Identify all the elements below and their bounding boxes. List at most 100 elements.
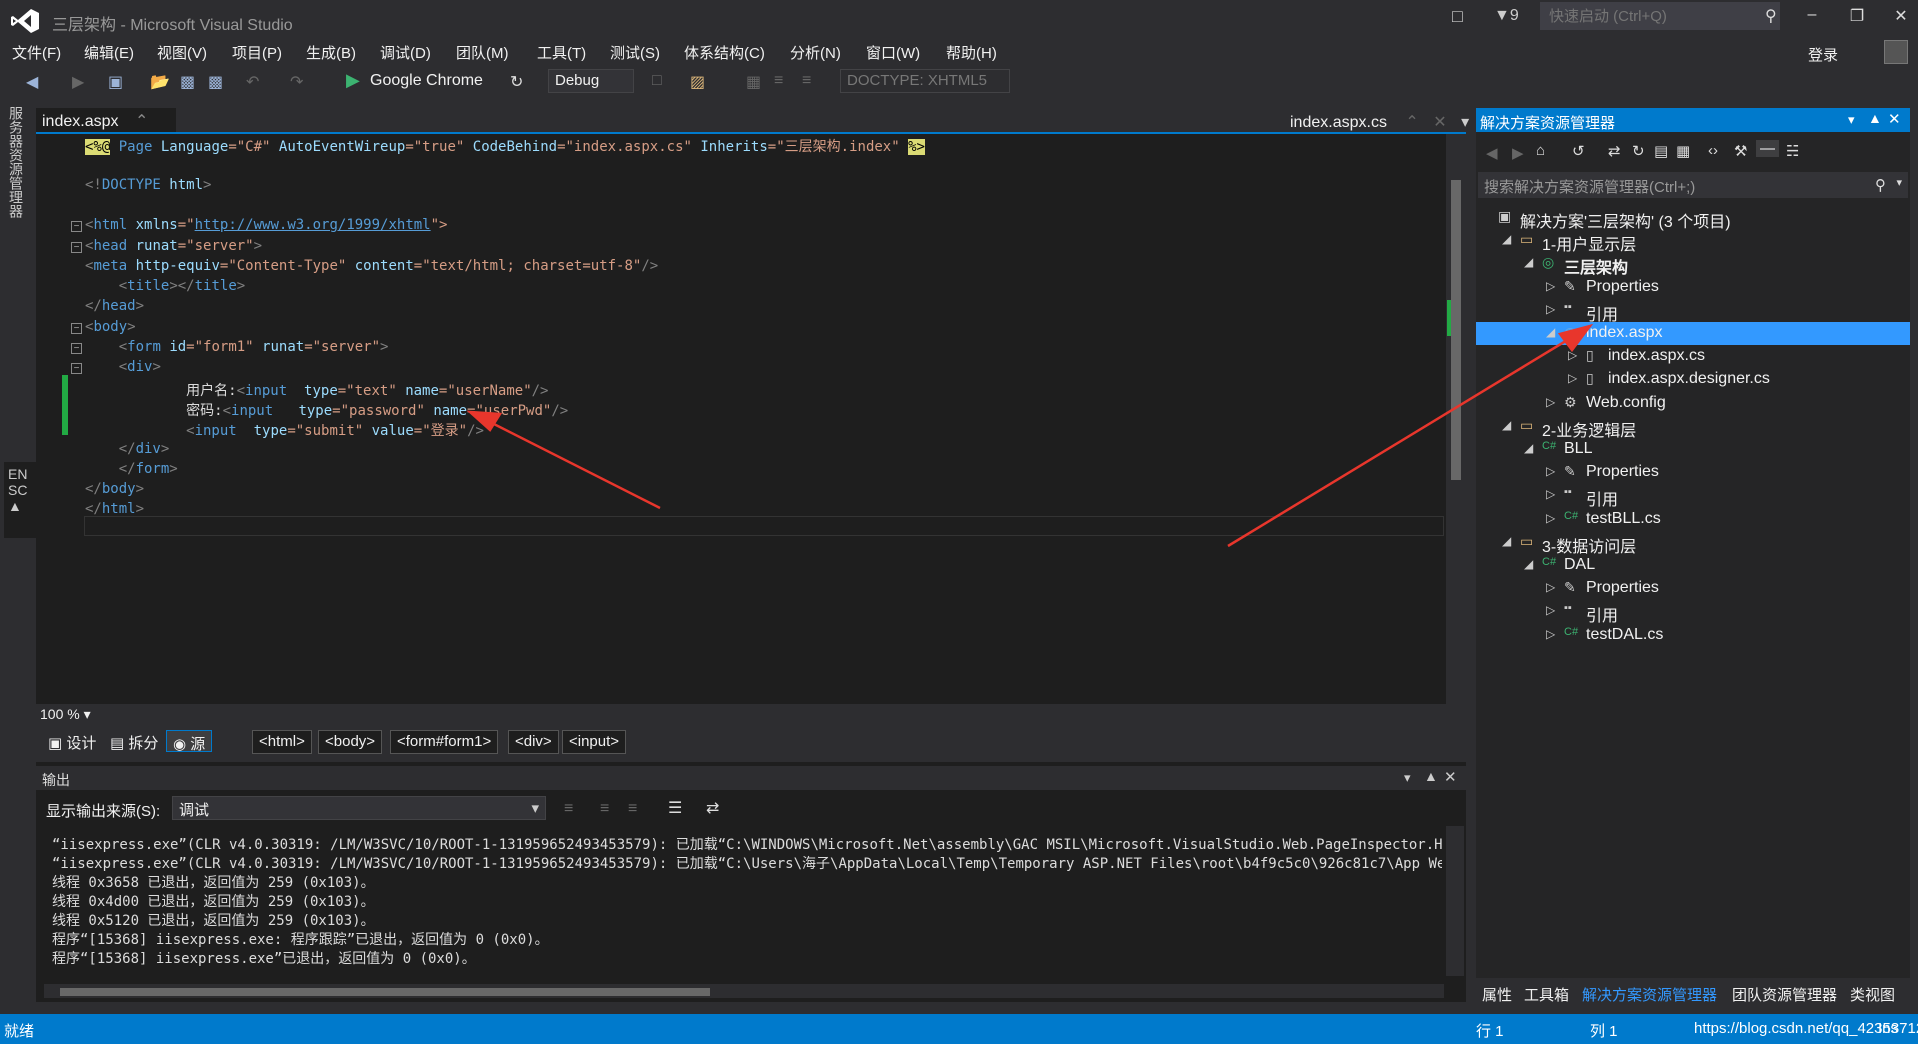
- undo-icon[interactable]: ↶: [246, 72, 259, 92]
- active-doc-icon[interactable]: —: [1756, 140, 1779, 157]
- back-icon[interactable]: ◀: [26, 72, 38, 92]
- collapsed-arrow-icon[interactable]: ▷: [1568, 371, 1577, 385]
- menu-architecture[interactable]: 体系结构(C): [684, 42, 765, 63]
- tree-item[interactable]: ▷ C# testDAL.cs: [1476, 624, 1910, 647]
- avatar[interactable]: [1884, 40, 1908, 64]
- menu-tools[interactable]: 工具(T): [537, 42, 586, 63]
- tab-class-view[interactable]: 类视图: [1850, 984, 1895, 1005]
- output-scroll-thumb[interactable]: [60, 988, 710, 996]
- breadcrumb-body[interactable]: <body>: [318, 730, 383, 754]
- tab-design[interactable]: ▣ 设计: [42, 730, 102, 752]
- menu-project[interactable]: 项目(P): [232, 42, 282, 63]
- output-pin-icon[interactable]: ▲: [1424, 768, 1438, 784]
- tree-item[interactable]: ▷ ▯ index.aspx.cs: [1476, 345, 1910, 368]
- properties-wrench-icon[interactable]: ⚒: [1734, 142, 1747, 160]
- editor-scroll-thumb[interactable]: [1451, 180, 1461, 480]
- doctype-select[interactable]: DOCTYPE: XHTML5: [840, 69, 1010, 93]
- se-pin-icon[interactable]: ▲: [1868, 110, 1882, 126]
- fold-toggle-icon[interactable]: −: [71, 322, 82, 334]
- output-vertical-scrollbar[interactable]: [1446, 826, 1464, 976]
- expanded-arrow-icon[interactable]: ◢: [1524, 441, 1533, 455]
- expanded-arrow-icon[interactable]: ◢: [1502, 534, 1511, 548]
- redo-icon[interactable]: ↷: [290, 72, 303, 92]
- start-debugging-icon[interactable]: ▶: [346, 70, 360, 91]
- forward-icon[interactable]: ▶: [72, 72, 84, 92]
- minimize-button[interactable]: –: [1797, 6, 1827, 24]
- breadcrumb-input[interactable]: <input>: [562, 730, 627, 754]
- tab-team-explorer[interactable]: 团队资源管理器: [1732, 984, 1837, 1005]
- tab-source[interactable]: ◉ 源: [166, 730, 213, 753]
- word-wrap-icon[interactable]: ⇄: [706, 798, 719, 818]
- editor-horizontal-scrollbar[interactable]: [120, 708, 1440, 722]
- output-dropdown-icon[interactable]: ▾: [1404, 770, 1411, 786]
- se-back-icon[interactable]: ◀: [1486, 144, 1498, 162]
- prev-message-icon[interactable]: ≡: [600, 800, 609, 818]
- menu-file[interactable]: 文件(F): [12, 42, 61, 63]
- tree-item[interactable]: ▷ C# testBLL.cs: [1476, 508, 1910, 531]
- fold-toggle-icon[interactable]: −: [71, 363, 82, 375]
- tree-item[interactable]: ▷ ✎ Properties: [1476, 276, 1910, 299]
- expanded-arrow-icon[interactable]: ◢: [1524, 557, 1533, 571]
- notification-icon[interactable]: □: [1452, 6, 1463, 27]
- tree-item[interactable]: ▷ ✎ Properties: [1476, 577, 1910, 600]
- menu-debug[interactable]: 调试(D): [380, 42, 431, 63]
- new-project-icon[interactable]: ▣: [108, 72, 123, 92]
- tab-toolbox[interactable]: 工具箱: [1524, 984, 1569, 1005]
- expanded-arrow-icon[interactable]: ◢: [1502, 418, 1511, 432]
- output-source-select[interactable]: 调试 ▾: [172, 796, 546, 820]
- tree-item[interactable]: ◢ ▭ 1-用户显示层: [1476, 229, 1910, 254]
- comment-icon[interactable]: ▦: [746, 72, 761, 92]
- fold-toggle-icon[interactable]: −: [71, 343, 82, 354]
- tree-item[interactable]: ◢ ◍ index.aspx: [1476, 322, 1910, 345]
- open-folder-icon[interactable]: 📂: [150, 72, 170, 92]
- expanded-arrow-icon[interactable]: ◢: [1546, 325, 1555, 339]
- solution-search-input[interactable]: 搜索解决方案资源管理器(Ctrl+;) ⚲ ▾: [1478, 172, 1908, 198]
- clear-all-icon[interactable]: ☰: [668, 798, 682, 818]
- output-close-icon[interactable]: ✕: [1444, 768, 1457, 786]
- find-message-icon[interactable]: ≡: [564, 800, 573, 818]
- menu-window[interactable]: 窗口(W): [866, 42, 920, 63]
- next-message-icon[interactable]: ≡: [628, 800, 637, 818]
- tree-item[interactable]: ▷ ▪▪ 引用: [1476, 600, 1910, 625]
- tree-item[interactable]: ▷ ▪▪ 引用: [1476, 484, 1910, 509]
- history-icon[interactable]: ↺: [1572, 142, 1585, 160]
- tree-item[interactable]: ▷ ✎ Properties: [1476, 461, 1910, 484]
- tree-item[interactable]: ▷ ▪▪ 引用: [1476, 299, 1910, 324]
- collapsed-arrow-icon[interactable]: ▷: [1546, 487, 1555, 501]
- collapsed-arrow-icon[interactable]: ▷: [1546, 580, 1555, 594]
- collapsed-arrow-icon[interactable]: ▷: [1546, 511, 1555, 525]
- save-icon[interactable]: ▩: [180, 72, 195, 92]
- collapsed-arrow-icon[interactable]: ▷: [1546, 279, 1555, 293]
- restore-button[interactable]: ❐: [1842, 6, 1872, 26]
- collapsed-arrow-icon[interactable]: ▷: [1546, 464, 1555, 478]
- filter-icon[interactable]: ▼9: [1494, 7, 1519, 25]
- sync-icon[interactable]: ⇄: [1608, 142, 1621, 160]
- tree-item[interactable]: ◢ ▭ 2-业务逻辑层: [1476, 415, 1910, 440]
- refresh-icon[interactable]: ↻: [1632, 142, 1645, 160]
- breadcrumb-html[interactable]: <html>: [252, 730, 312, 754]
- bookmark-icon[interactable]: □: [652, 72, 662, 90]
- tab-properties[interactable]: 属性: [1482, 984, 1512, 1005]
- run-target-button[interactable]: Google Chrome: [370, 72, 483, 90]
- tree-item[interactable]: ◢ C# DAL: [1476, 554, 1910, 577]
- tree-item[interactable]: ▣ 解决方案'三层架构' (3 个项目): [1476, 206, 1910, 231]
- tab-dropdown-icon[interactable]: ▾: [1461, 114, 1469, 131]
- breadcrumb-div[interactable]: <div>: [508, 730, 559, 754]
- find-in-files-icon[interactable]: ▨: [690, 72, 705, 92]
- refresh-icon[interactable]: ↻: [510, 72, 523, 92]
- menu-help[interactable]: 帮助(H): [946, 42, 997, 63]
- close-tab-icon[interactable]: ✕: [1433, 114, 1446, 131]
- collapsed-arrow-icon[interactable]: ▷: [1546, 302, 1555, 316]
- collapsed-arrow-icon[interactable]: ▷: [1546, 395, 1555, 409]
- expanded-arrow-icon[interactable]: ◢: [1502, 232, 1511, 246]
- fold-toggle-icon[interactable]: −: [71, 241, 82, 253]
- tab-index-aspx-cs[interactable]: index.aspx.cs ⌃ ✕ ▾: [1290, 112, 1469, 132]
- close-button[interactable]: ✕: [1886, 6, 1916, 26]
- collapsed-arrow-icon[interactable]: ▷: [1546, 603, 1555, 617]
- tree-item[interactable]: ◢ ◎ 三层架构: [1476, 252, 1910, 277]
- search-icon[interactable]: ⚲: [1765, 6, 1777, 26]
- se-forward-icon[interactable]: ▶: [1512, 144, 1524, 162]
- menu-team[interactable]: 团队(M): [456, 42, 509, 63]
- tab-solution-explorer[interactable]: 解决方案资源管理器: [1582, 984, 1717, 1005]
- collapsed-arrow-icon[interactable]: ▷: [1568, 348, 1577, 362]
